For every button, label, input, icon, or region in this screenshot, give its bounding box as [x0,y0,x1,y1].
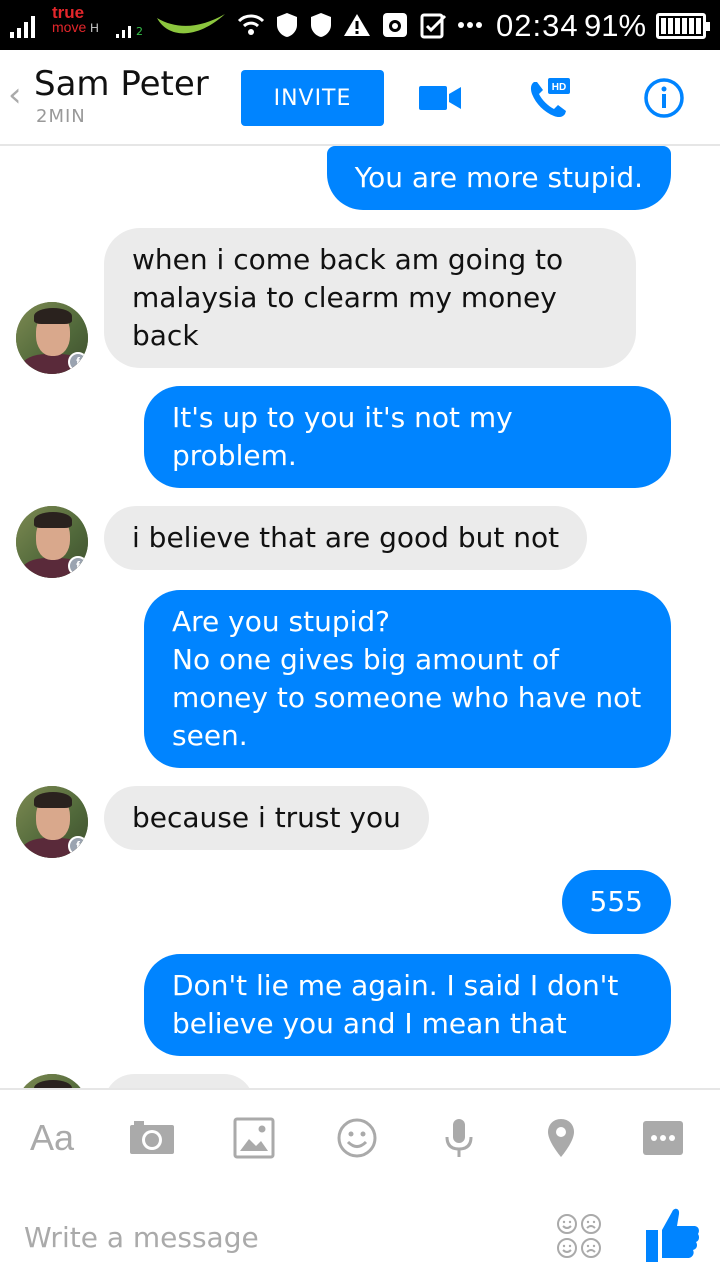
conversation-header: ‹ Sam Peter 2MIN INVITE HD [0,50,720,146]
message-bubble-outgoing[interactable]: Don't lie me again. I said I don't belie… [144,954,671,1056]
notification-icons [155,8,483,42]
more-options-button[interactable] [637,1112,689,1164]
hd-badge: HD [552,82,566,93]
messenger-badge-icon: f [68,352,88,372]
carrier-line2: move [52,19,87,35]
messenger-badge-icon: f [68,836,88,856]
message-bubble-incoming[interactable]: i believe that are good but not [104,506,588,570]
thumbs-up-icon[interactable] [642,1204,702,1264]
avatar[interactable] [16,1074,88,1088]
gallery-button[interactable] [228,1112,280,1164]
sim2-signal-icon: 2 [116,20,143,38]
battery-icon [656,13,710,39]
battery-percentage: 91% [584,8,647,43]
more-notifications-icon [458,22,482,28]
avatar[interactable]: f [16,506,88,578]
screenshot-icon [383,13,407,37]
voice-clip-button[interactable] [433,1112,485,1164]
emoji-icon [337,1118,377,1158]
carrier-name: true move H [52,3,99,35]
message-bubble-incoming[interactable]: when i come back am going to malaysia to… [104,228,636,368]
video-call-button[interactable] [416,72,464,124]
text-format-icon: Aa [29,1117,75,1158]
shield-icon [311,13,331,37]
message-bubble-outgoing[interactable]: It's up to you it's not my problem. [144,386,671,488]
message-bubble-outgoing[interactable]: You are more stupid. [326,146,671,210]
text-format-button[interactable]: Aa [26,1112,78,1164]
swoosh-icon [157,14,225,34]
clipboard-check-icon [420,13,447,39]
message-bubble-incoming-partial[interactable] [104,1074,254,1088]
chevron-left-icon[interactable]: ‹ [8,78,22,112]
clock: 02:34 [496,8,579,43]
wifi-icon [237,14,265,35]
more-icon [643,1121,683,1155]
carrier-line1: true [52,3,85,22]
sticker-icon[interactable] [556,1213,602,1259]
phone-hd-icon: HD [530,78,570,118]
sim2-label: 2 [136,25,143,38]
status-bar: true move H 2 02:34 91% [0,0,720,50]
camera-button[interactable] [126,1112,178,1164]
emoji-button[interactable] [331,1112,383,1164]
invite-button[interactable]: INVITE [241,70,384,126]
contact-name[interactable]: Sam Peter [34,64,209,104]
location-icon [548,1119,574,1157]
microphone-icon [445,1119,473,1157]
gallery-icon [233,1117,275,1159]
conversation-info-button[interactable] [640,72,688,124]
avatar[interactable]: f [16,302,88,374]
message-composer: Aa [0,1088,720,1280]
messenger-badge-icon: f [68,556,88,576]
message-thread[interactable]: You are more stupid. when i come back am… [0,146,720,1088]
message-bubble-outgoing[interactable]: Are you stupid? No one gives big amount … [144,590,671,768]
network-type: H [90,21,99,35]
location-button[interactable] [535,1112,587,1164]
warning-icon [344,14,370,36]
message-bubble-incoming[interactable]: because i trust you [104,786,429,850]
info-icon [644,78,684,118]
message-bubble-outgoing[interactable]: 555 [561,870,671,934]
avatar[interactable]: f [16,786,88,858]
signal-strength-icon [10,14,35,38]
shield-icon [277,13,297,37]
video-camera-icon [419,86,461,110]
voice-call-button[interactable]: HD [526,72,574,124]
camera-icon [130,1121,174,1154]
last-active-status: 2MIN [36,106,86,127]
message-input[interactable] [24,1214,504,1260]
